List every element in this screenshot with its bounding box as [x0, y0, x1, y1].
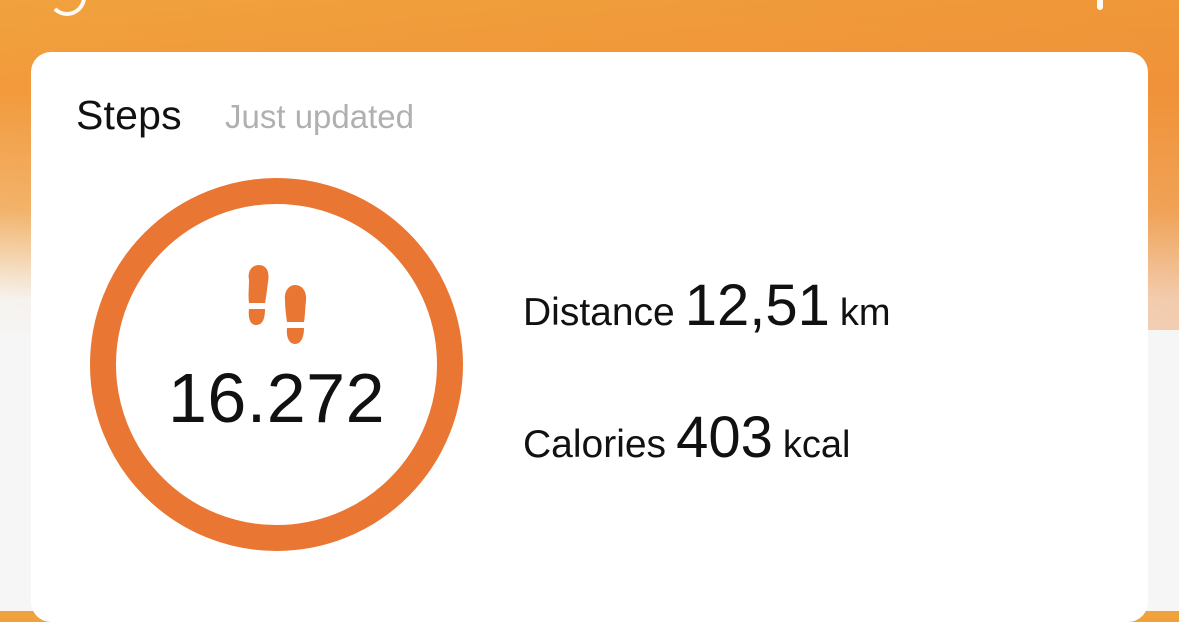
card-title: Steps — [76, 92, 182, 138]
calories-label: Calories — [523, 423, 667, 466]
distance-stat: Distance 12,51 km — [523, 272, 891, 339]
distance-label: Distance — [523, 291, 675, 334]
calories-value: 403 — [676, 405, 773, 470]
steps-card[interactable]: Steps Just updated 16.272 Distance 12,51 k… — [31, 52, 1148, 622]
calories-unit: kcal — [782, 424, 851, 466]
header-action-icon[interactable] — [1097, 0, 1103, 10]
card-subtitle: Just updated — [225, 98, 414, 135]
distance-unit: km — [839, 292, 891, 334]
footprints-icon — [248, 265, 307, 344]
distance-value: 12,51 — [684, 273, 830, 338]
calories-stat: Calories 403 kcal — [523, 404, 850, 471]
header-search-icon[interactable] — [48, 0, 86, 16]
steps-count: 16.272 — [167, 359, 386, 437]
